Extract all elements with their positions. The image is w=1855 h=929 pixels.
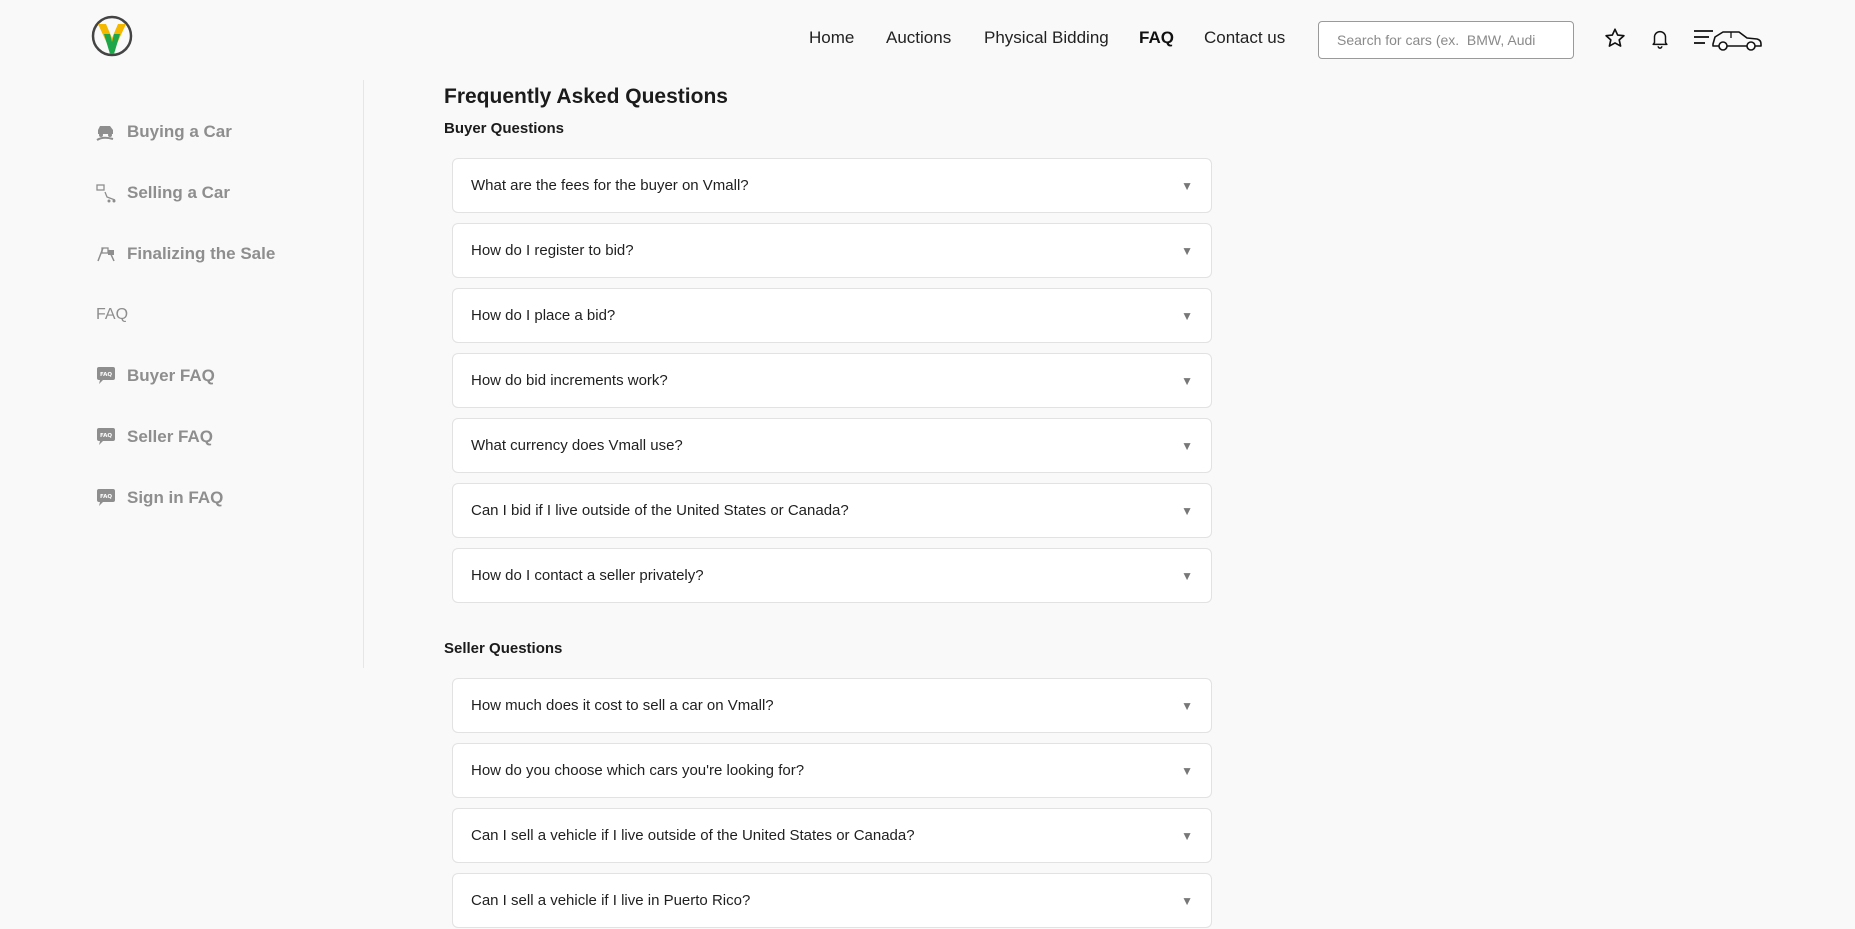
faq-question: Can I sell a vehicle if I live in Puerto… — [471, 892, 751, 909]
svg-text:FAQ: FAQ — [100, 494, 112, 500]
sidebar-item-finalizing-the-sale[interactable]: Finalizing the Sale — [95, 243, 275, 265]
chevron-down-icon: ▼ — [1181, 503, 1193, 518]
faq-bubble-icon: FAQ — [95, 426, 117, 448]
chevron-down-icon: ▼ — [1181, 828, 1193, 843]
faq-question: How do bid increments work? — [471, 372, 668, 389]
star-icon[interactable] — [1604, 27, 1626, 54]
search-input[interactable] — [1318, 21, 1574, 59]
faq-item[interactable]: How do I contact a seller privately? ▼ — [452, 548, 1212, 603]
menu-car-icon[interactable] — [1693, 26, 1763, 57]
nav-home[interactable]: Home — [809, 28, 854, 48]
selling-car-icon — [95, 182, 117, 204]
faq-question: How do you choose which cars you're look… — [471, 762, 805, 779]
chevron-down-icon: ▼ — [1181, 438, 1193, 453]
sidebar-item-label: Seller FAQ — [127, 427, 213, 446]
sidebar-faq-heading: FAQ — [96, 306, 129, 323]
faq-question: What are the fees for the buyer on Vmall… — [471, 177, 749, 194]
faq-question: How do I place a bid? — [471, 307, 616, 324]
nav-contact-us[interactable]: Contact us — [1204, 28, 1285, 48]
sidebar-item-label: Selling a Car — [127, 183, 230, 202]
chevron-down-icon: ▼ — [1181, 373, 1193, 388]
buying-car-icon — [95, 121, 117, 143]
sidebar-item-label: Buyer FAQ — [127, 366, 215, 385]
buyer-questions-heading: Buyer Questions — [444, 120, 565, 137]
sidebar-item-seller-faq[interactable]: FAQ Seller FAQ — [95, 426, 213, 448]
sidebar: Buying a Car Selling a Car Finalizing th… — [0, 80, 364, 668]
chevron-down-icon: ▼ — [1181, 568, 1193, 583]
chevron-down-icon: ▼ — [1181, 308, 1193, 323]
nav-faq[interactable]: FAQ — [1139, 28, 1174, 48]
page-title: Frequently Asked Questions — [444, 85, 728, 108]
nav-physical-bidding[interactable]: Physical Bidding — [984, 28, 1109, 48]
faq-question: What currency does Vmall use? — [471, 437, 683, 454]
faq-item[interactable]: How do you choose which cars you're look… — [452, 743, 1212, 798]
faq-question: How do I register to bid? — [471, 242, 634, 259]
chevron-down-icon: ▼ — [1181, 763, 1193, 778]
faq-bubble-icon: FAQ — [95, 487, 117, 509]
svg-text:FAQ: FAQ — [100, 372, 112, 378]
sidebar-item-buying-a-car[interactable]: Buying a Car — [95, 121, 232, 143]
faq-question: Can I sell a vehicle if I live outside o… — [471, 827, 915, 844]
sidebar-item-buyer-faq[interactable]: FAQ Buyer FAQ — [95, 365, 215, 387]
chevron-down-icon: ▼ — [1181, 243, 1193, 258]
sidebar-item-label: Finalizing the Sale — [127, 244, 276, 263]
faq-item[interactable]: Can I sell a vehicle if I live outside o… — [452, 808, 1212, 863]
faq-item[interactable]: Can I sell a vehicle if I live in Puerto… — [452, 873, 1212, 928]
bell-icon[interactable] — [1649, 27, 1671, 54]
faq-item[interactable]: What are the fees for the buyer on Vmall… — [452, 158, 1212, 213]
faq-bubble-icon: FAQ — [95, 365, 117, 387]
header: Home Auctions Physical Bidding FAQ Conta… — [0, 0, 1855, 80]
chevron-down-icon: ▼ — [1181, 698, 1193, 713]
faq-item[interactable]: What currency does Vmall use? ▼ — [452, 418, 1212, 473]
faq-question: How much does it cost to sell a car on V… — [471, 697, 774, 714]
seller-questions-heading: Seller Questions — [444, 640, 563, 657]
sidebar-item-label: Buying a Car — [127, 122, 232, 141]
chevron-down-icon: ▼ — [1181, 893, 1193, 908]
faq-question: How do I contact a seller privately? — [471, 567, 704, 584]
sidebar-item-sign-in-faq[interactable]: FAQ Sign in FAQ — [95, 487, 223, 509]
faq-item[interactable]: How do I register to bid? ▼ — [452, 223, 1212, 278]
sidebar-item-label: Sign in FAQ — [127, 488, 224, 507]
faq-item[interactable]: How much does it cost to sell a car on V… — [452, 678, 1212, 733]
svg-text:FAQ: FAQ — [100, 433, 112, 439]
chevron-down-icon: ▼ — [1181, 178, 1193, 193]
nav-auctions[interactable]: Auctions — [886, 28, 951, 48]
faq-question: Can I bid if I live outside of the Unite… — [471, 502, 849, 519]
faq-item[interactable]: How do bid increments work? ▼ — [452, 353, 1212, 408]
vmall-logo-icon[interactable] — [90, 14, 134, 58]
faq-item[interactable]: How do I place a bid? ▼ — [452, 288, 1212, 343]
race-flags-icon — [95, 243, 117, 265]
faq-item[interactable]: Can I bid if I live outside of the Unite… — [452, 483, 1212, 538]
sidebar-item-selling-a-car[interactable]: Selling a Car — [95, 182, 230, 204]
